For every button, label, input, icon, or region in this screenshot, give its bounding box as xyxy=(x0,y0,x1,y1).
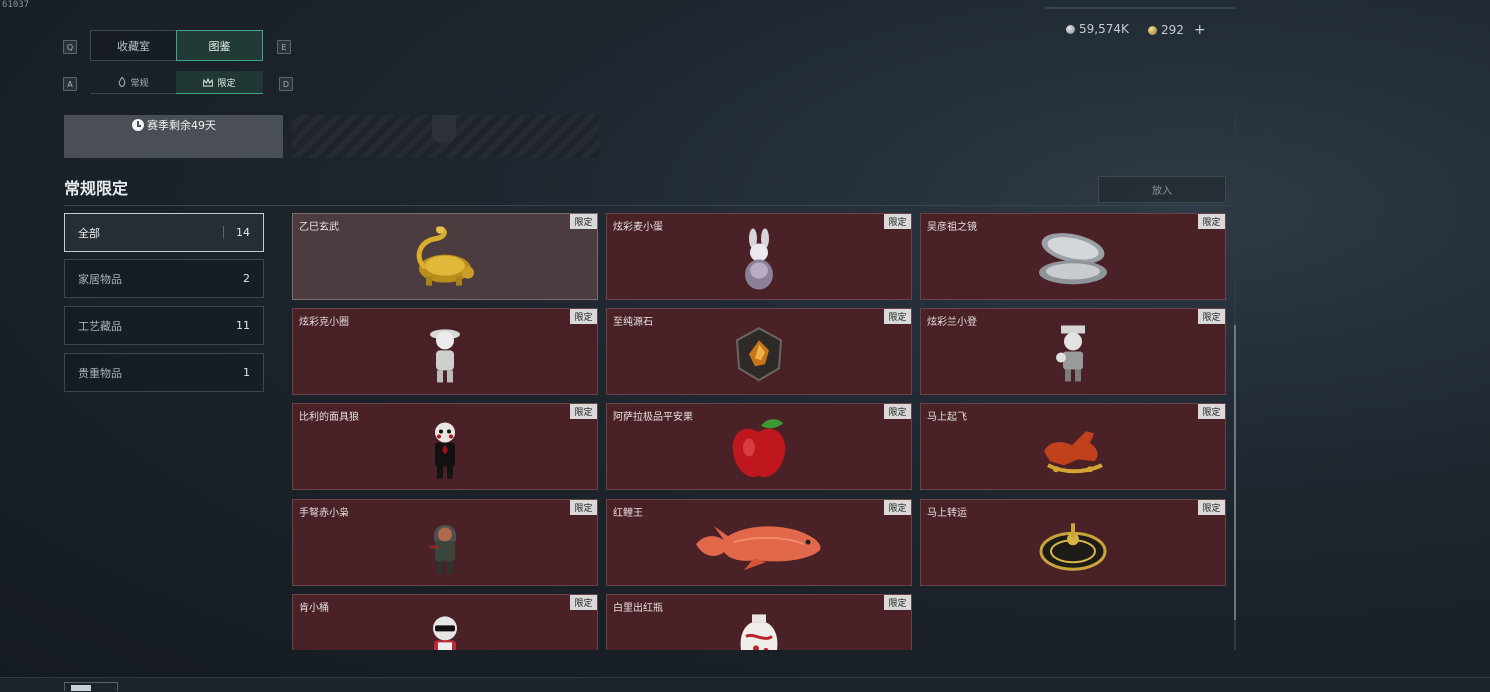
tab-collection-room[interactable]: 收藏室 xyxy=(90,30,177,61)
red-horse-icon xyxy=(1044,430,1103,473)
gold-amount: 292 xyxy=(1161,23,1184,37)
figure-hat-icon xyxy=(1056,324,1085,381)
red-carp-icon xyxy=(696,525,821,570)
apple-icon xyxy=(732,418,786,477)
item-card-porcelain-vase[interactable]: 白里出红瓶 限定 xyxy=(606,594,912,650)
silver-amount: 59,574K xyxy=(1079,22,1129,36)
item-card-hat-figure[interactable]: 炫彩兰小登 限定 xyxy=(920,308,1226,395)
category-home[interactable]: 家居物品 2 xyxy=(64,259,264,298)
silver-coin-icon xyxy=(1066,24,1075,34)
crown-icon xyxy=(203,77,214,86)
item-card-tortoise[interactable]: 乙巳玄武 限定 xyxy=(292,213,598,300)
item-card-mirror[interactable]: 吴彦祖之镜 限定 xyxy=(920,213,1226,300)
gold-coin-icon xyxy=(1148,25,1157,35)
build-id: 61037 xyxy=(2,0,30,10)
top-divider xyxy=(1045,7,1235,9)
tab-codex[interactable]: 图鉴 xyxy=(176,30,263,61)
season-banner xyxy=(292,115,599,158)
key-hint-e: E xyxy=(277,40,291,54)
key-hint-a: A xyxy=(63,77,77,91)
item-grid: 乙巳玄武 限定 炫彩麦小蛋 限定 吴彦祖之镜 限定 炫彩克小圈 限定 至纯源石 … xyxy=(292,213,1228,650)
figure-sunglasses-icon xyxy=(433,615,457,650)
item-card-red-horse[interactable]: 马上起飞 限定 xyxy=(920,403,1226,490)
golden-tortoise-icon xyxy=(416,226,474,286)
silver-currency: 59,574K xyxy=(1066,22,1129,36)
section-title: 常规限定 xyxy=(64,179,129,198)
key-hint-d: D xyxy=(279,77,293,91)
item-card-red-carp[interactable]: 红鲤王 限定 xyxy=(606,499,912,586)
gold-currency: 292 + xyxy=(1148,22,1206,38)
source-stone-icon xyxy=(735,326,783,381)
banner-emblem-icon xyxy=(432,115,456,143)
item-card-apple[interactable]: 阿萨拉极品平安果 限定 xyxy=(606,403,912,490)
flame-icon xyxy=(119,77,126,87)
hooded-figure-icon xyxy=(429,524,456,573)
add-currency-button[interactable]: + xyxy=(1194,22,1206,38)
bottom-bar xyxy=(0,677,1490,692)
scrollbar-thumb[interactable] xyxy=(1234,325,1236,620)
section-divider xyxy=(64,205,1231,206)
season-remaining: 赛季剩余49天 xyxy=(132,117,216,133)
subtab-regular[interactable]: 常规 xyxy=(90,71,177,94)
key-hint-q: Q xyxy=(63,40,77,54)
compact-mirror-icon xyxy=(1039,232,1107,284)
item-card-hooded-figure[interactable]: 手弩赤小枭 限定 xyxy=(292,499,598,586)
item-card-sunglasses-figure[interactable]: 肯小桶 限定 xyxy=(292,594,598,650)
item-card-rabbit-egg[interactable]: 炫彩麦小蛋 限定 xyxy=(606,213,912,300)
billy-puppet-icon xyxy=(435,421,455,478)
item-card-billy-puppet[interactable]: 比利的面具狼 限定 xyxy=(292,403,598,490)
item-card-compass[interactable]: 马上转运 限定 xyxy=(920,499,1226,586)
figure-white-icon xyxy=(430,328,460,382)
category-valuables[interactable]: 贵重物品 1 xyxy=(64,353,264,392)
compass-icon xyxy=(1039,522,1107,571)
porcelain-vase-icon xyxy=(740,613,778,650)
category-all[interactable]: 全部 14 xyxy=(64,213,264,252)
category-crafts[interactable]: 工艺藏品 11 xyxy=(64,306,264,345)
subtab-limited[interactable]: 限定 xyxy=(176,71,263,94)
season-panel: 赛季剩余49天 xyxy=(64,115,283,158)
bottom-hint-box xyxy=(64,682,118,691)
item-card-white-figure[interactable]: 炫彩克小圈 限定 xyxy=(292,308,598,395)
rabbit-egg-icon xyxy=(745,227,773,289)
clock-icon xyxy=(132,119,144,131)
item-card-source-stone[interactable]: 至纯源石 限定 xyxy=(606,308,912,395)
put-in-button[interactable]: 放入 xyxy=(1098,176,1226,203)
